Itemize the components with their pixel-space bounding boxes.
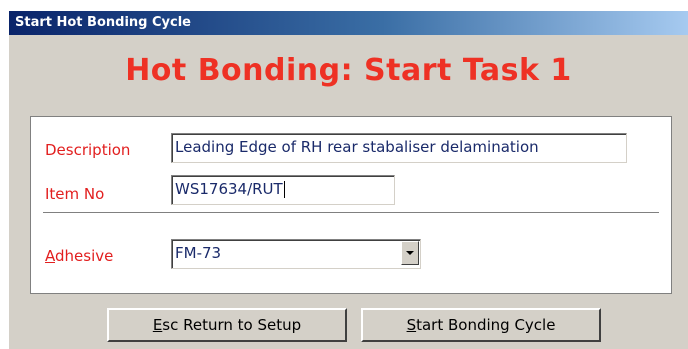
page-title: Hot Bonding: Start Task 1 — [125, 53, 572, 88]
description-field[interactable]: Leading Edge of RH rear stabaliser delam… — [171, 133, 627, 163]
adhesive-selected-value: FM-73 — [175, 244, 222, 262]
title-bar[interactable]: Start Hot Bonding Cycle — [9, 11, 688, 35]
adhesive-label: Adhesive — [45, 247, 113, 265]
adhesive-label-accesskey: A — [45, 247, 55, 265]
form-panel: Description Leading Edge of RH rear stab… — [30, 116, 672, 294]
item-no-value: WS17634/RUT — [175, 180, 283, 198]
item-no-field[interactable]: WS17634/RUT — [171, 175, 395, 205]
text-caret — [283, 181, 285, 198]
description-value: Leading Edge of RH rear stabaliser delam… — [175, 138, 539, 156]
return-button-label: sc Return to Setup — [162, 316, 302, 334]
adhesive-dropdown-button[interactable] — [401, 241, 419, 265]
adhesive-select[interactable]: FM-73 — [171, 239, 421, 269]
adhesive-label-rest: dhesive — [55, 247, 114, 265]
return-to-setup-button[interactable]: Esc Return to Setup — [107, 308, 347, 342]
start-button-label: tart Bonding Cycle — [416, 316, 556, 334]
dialog-window: Start Hot Bonding Cycle Hot Bonding: Sta… — [9, 11, 688, 349]
divider — [43, 212, 659, 214]
chevron-down-icon — [406, 251, 414, 255]
item-no-label: Item No — [45, 185, 105, 203]
start-button-accesskey: S — [406, 316, 417, 334]
description-label: Description — [45, 141, 131, 159]
start-bonding-cycle-button[interactable]: Start Bonding Cycle — [361, 308, 601, 342]
return-button-accesskey: E — [152, 316, 163, 334]
